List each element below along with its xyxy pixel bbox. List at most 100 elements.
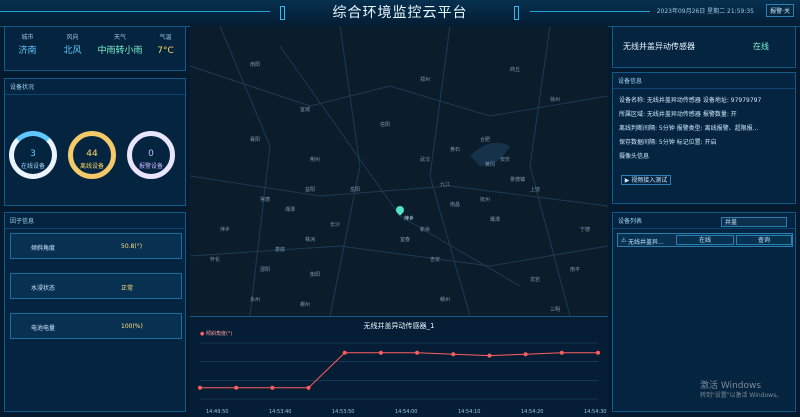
map-city-label: 南平 xyxy=(570,267,581,273)
alarm-label: 报警设备 xyxy=(138,163,163,170)
chart-point[interactable] xyxy=(415,350,420,355)
map-city-label: 南昌 xyxy=(450,202,461,208)
map-city-label: 鹰潭 xyxy=(490,217,501,223)
map-city-label: 宁德 xyxy=(580,227,591,233)
device-row-query-button[interactable]: 查询 xyxy=(736,235,792,245)
map-city-label: 信阳 xyxy=(380,122,391,128)
chart-point[interactable] xyxy=(596,350,600,355)
video-test-label: 视频接入测试 xyxy=(631,177,668,184)
video-test-button[interactable]: ▶ 视频接入测试 xyxy=(621,175,671,185)
chart-point[interactable] xyxy=(270,385,275,390)
chart-panel: 无线井盖异动传感器_1 ● 倾斜角度(°) 14:49:50 14:53:40 14… xyxy=(190,316,608,417)
map-city-label: 宜城 xyxy=(300,107,311,113)
chart-x-tick: 14:54:30 xyxy=(584,409,606,415)
map-city-label: 郑州 xyxy=(420,77,431,83)
info-row-2: 所属区域: 无线井盖异动传感器 报警数量: 开 xyxy=(619,111,737,118)
map-roads xyxy=(190,26,608,316)
factor-title: 因子信息 xyxy=(5,213,185,229)
map-city-label: 萍乡 xyxy=(220,227,231,233)
chart-legend: ● 倾斜角度(°) xyxy=(200,330,232,337)
map-city-label: 黄石 xyxy=(450,147,461,153)
factor-water-value: 正常 xyxy=(121,285,134,292)
factor-tilt-value: 50.8(°) xyxy=(121,243,143,250)
offline-count: 44 xyxy=(86,149,98,159)
info-row-1: 设备名称: 无线井盖异动传感器 设备地址: 97979797 xyxy=(619,97,762,104)
watermark-subtitle: 转到"设置"以激活 Windows。 xyxy=(700,392,783,399)
map-city-label: 安庆 xyxy=(500,157,511,163)
sensor-header-panel: 无线井盖异动传感器 在线 xyxy=(612,26,796,68)
video-icon: ▶ xyxy=(624,177,630,184)
weather-temp-label: 气温 xyxy=(159,34,172,41)
chart-x-tick: 14:54:20 xyxy=(521,409,543,415)
marker-label: 萍乡 xyxy=(404,216,415,222)
factor-battery-key: 电池电量 xyxy=(31,325,56,332)
device-info-list: 设备名称: 无线井盖异动传感器 设备地址: 97979797 所属区域: 无线井… xyxy=(619,95,795,165)
info-row-4: 保存数据间隔: 5分钟 标记位置: 开启 xyxy=(619,139,717,146)
chart-point[interactable] xyxy=(198,385,202,390)
chart-point[interactable] xyxy=(451,352,456,357)
chart-svg: 14:49:50 14:53:40 14:53:50 14:54:00 14:54:10… xyxy=(198,342,606,415)
factor-row-tilt: 倾斜角度 50.8(°) xyxy=(10,233,182,259)
header-line-left xyxy=(0,11,270,12)
map-city-label: 常德 xyxy=(260,197,271,203)
page-title: 综合环境监控云平台 xyxy=(332,5,468,21)
map-view[interactable]: 南阳 郑州 商丘 徐州 宜城 襄阳 信阳 合肥 安庆 武汉 长沙 岳阳 九江 南昌 鹰潭 株洲 湘潭 萍乡 吉安 赣州… xyxy=(190,26,608,417)
map-city-label: 岳阳 xyxy=(350,187,361,193)
factor-water-key: 水浸状态 xyxy=(31,285,56,292)
map-city-label: 湘潭 xyxy=(285,207,296,213)
map-city-label: 宜春 xyxy=(400,237,411,243)
map-city-label: 邵阳 xyxy=(260,267,271,273)
chart-point[interactable] xyxy=(378,350,383,355)
factor-panel: 因子信息 倾斜角度 50.8(°) 水浸状态 正常 电池电量 100(%) xyxy=(4,212,186,412)
datetime: 2023年09月26日 星期二 21:59:35 xyxy=(656,8,754,15)
map-city-label: 上饶 xyxy=(530,187,541,193)
factor-tilt-key: 倾斜角度 xyxy=(31,245,56,252)
map-city-label: 武汉 xyxy=(420,157,431,163)
weather-wind-label: 风向 xyxy=(66,34,79,41)
weather-city-label: 城市 xyxy=(21,34,34,41)
online-devices-ring[interactable]: 3 在线设备 xyxy=(9,131,57,179)
chart-point[interactable] xyxy=(234,385,239,390)
weather-condition-value: 中雨转小雨 xyxy=(97,46,143,56)
alarm-devices-ring[interactable]: 0 报警设备 xyxy=(127,131,175,179)
map-city-label: 荆州 xyxy=(310,157,321,163)
device-search-input[interactable]: 井盖 xyxy=(721,217,787,227)
map-city-label: 徐州 xyxy=(550,97,561,103)
map-city-label: 抚州 xyxy=(480,197,491,203)
weather-city-value: 济南 xyxy=(18,46,37,56)
device-row-status[interactable]: 在线 xyxy=(676,235,734,245)
chart-point[interactable] xyxy=(342,350,347,355)
weather-city: 城市 济南 xyxy=(5,32,50,57)
device-row-name: 无线井盖异... xyxy=(628,239,664,246)
map-city-label: 怀化 xyxy=(210,257,221,263)
map-city-label: 赣州 xyxy=(440,297,451,303)
info-row-3: 离线判断间隔: 5分钟 报警类型: 离线报警、超限报... xyxy=(619,125,759,132)
weather-condition: 天气 中雨转小雨 xyxy=(97,32,143,57)
weather-temp-value: 7°C xyxy=(157,46,174,56)
map-city-label: 益阳 xyxy=(305,187,316,193)
map-city-label: 景德镇 xyxy=(510,177,526,183)
offline-devices-ring[interactable]: 44 离线设备 xyxy=(68,131,116,179)
map-city-label: 龙岩 xyxy=(530,277,541,283)
chart-point[interactable] xyxy=(306,385,311,390)
map-city-label: 南阳 xyxy=(250,62,261,68)
online-count: 3 xyxy=(30,149,36,159)
device-list-row[interactable]: ⚠ 无线井盖异... 在线 查询 xyxy=(617,233,793,247)
alarm-toggle[interactable]: 报警·关 xyxy=(766,4,794,17)
map-city-label: 娄底 xyxy=(275,247,286,253)
map-city-label: 永州 xyxy=(250,297,261,303)
chart-x-tick: 14:53:50 xyxy=(332,409,354,415)
map-city-label: 衡阳 xyxy=(310,272,321,278)
chart-x-tick: 14:49:50 xyxy=(206,409,228,415)
weather-wind: 风向 北风 xyxy=(50,32,95,57)
chart-point[interactable] xyxy=(523,352,528,357)
chart-point[interactable] xyxy=(559,350,564,355)
header-line-right xyxy=(530,11,650,12)
map-city-label: 九江 xyxy=(440,182,451,188)
device-status-panel: 设备状况 3 在线设备 44 离线设备 0 报警设备 xyxy=(4,78,186,206)
chart-series-line xyxy=(200,352,598,389)
alarm-count: 0 xyxy=(148,149,154,159)
weather-condition-label: 天气 xyxy=(113,34,126,41)
chart-point[interactable] xyxy=(487,353,492,358)
device-icon: ⚠ xyxy=(621,237,627,244)
